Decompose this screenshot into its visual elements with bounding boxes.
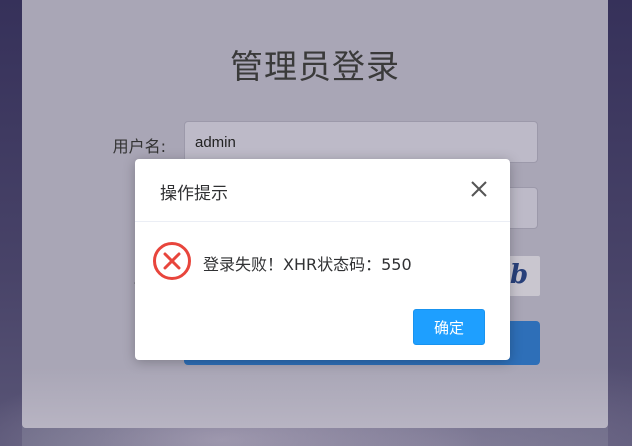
confirm-button[interactable]: 确定 [413, 309, 485, 345]
captcha-text: b [510, 260, 529, 290]
dialog-body: 登录失败！XHR状态码：550 [135, 221, 510, 301]
close-icon[interactable] [468, 178, 490, 200]
login-title: 管理员登录 [230, 47, 400, 86]
dialog-title: 操作提示 [160, 184, 228, 204]
username-label: 用户名: [112, 137, 166, 156]
username-input[interactable] [184, 121, 538, 163]
dialog-header: 操作提示 [135, 159, 510, 222]
error-circle-icon [152, 241, 192, 281]
dialog-message: 登录失败！XHR状态码：550 [203, 255, 412, 274]
alert-dialog: 操作提示 登录失败！XHR状态码：550 确定 [135, 159, 510, 360]
